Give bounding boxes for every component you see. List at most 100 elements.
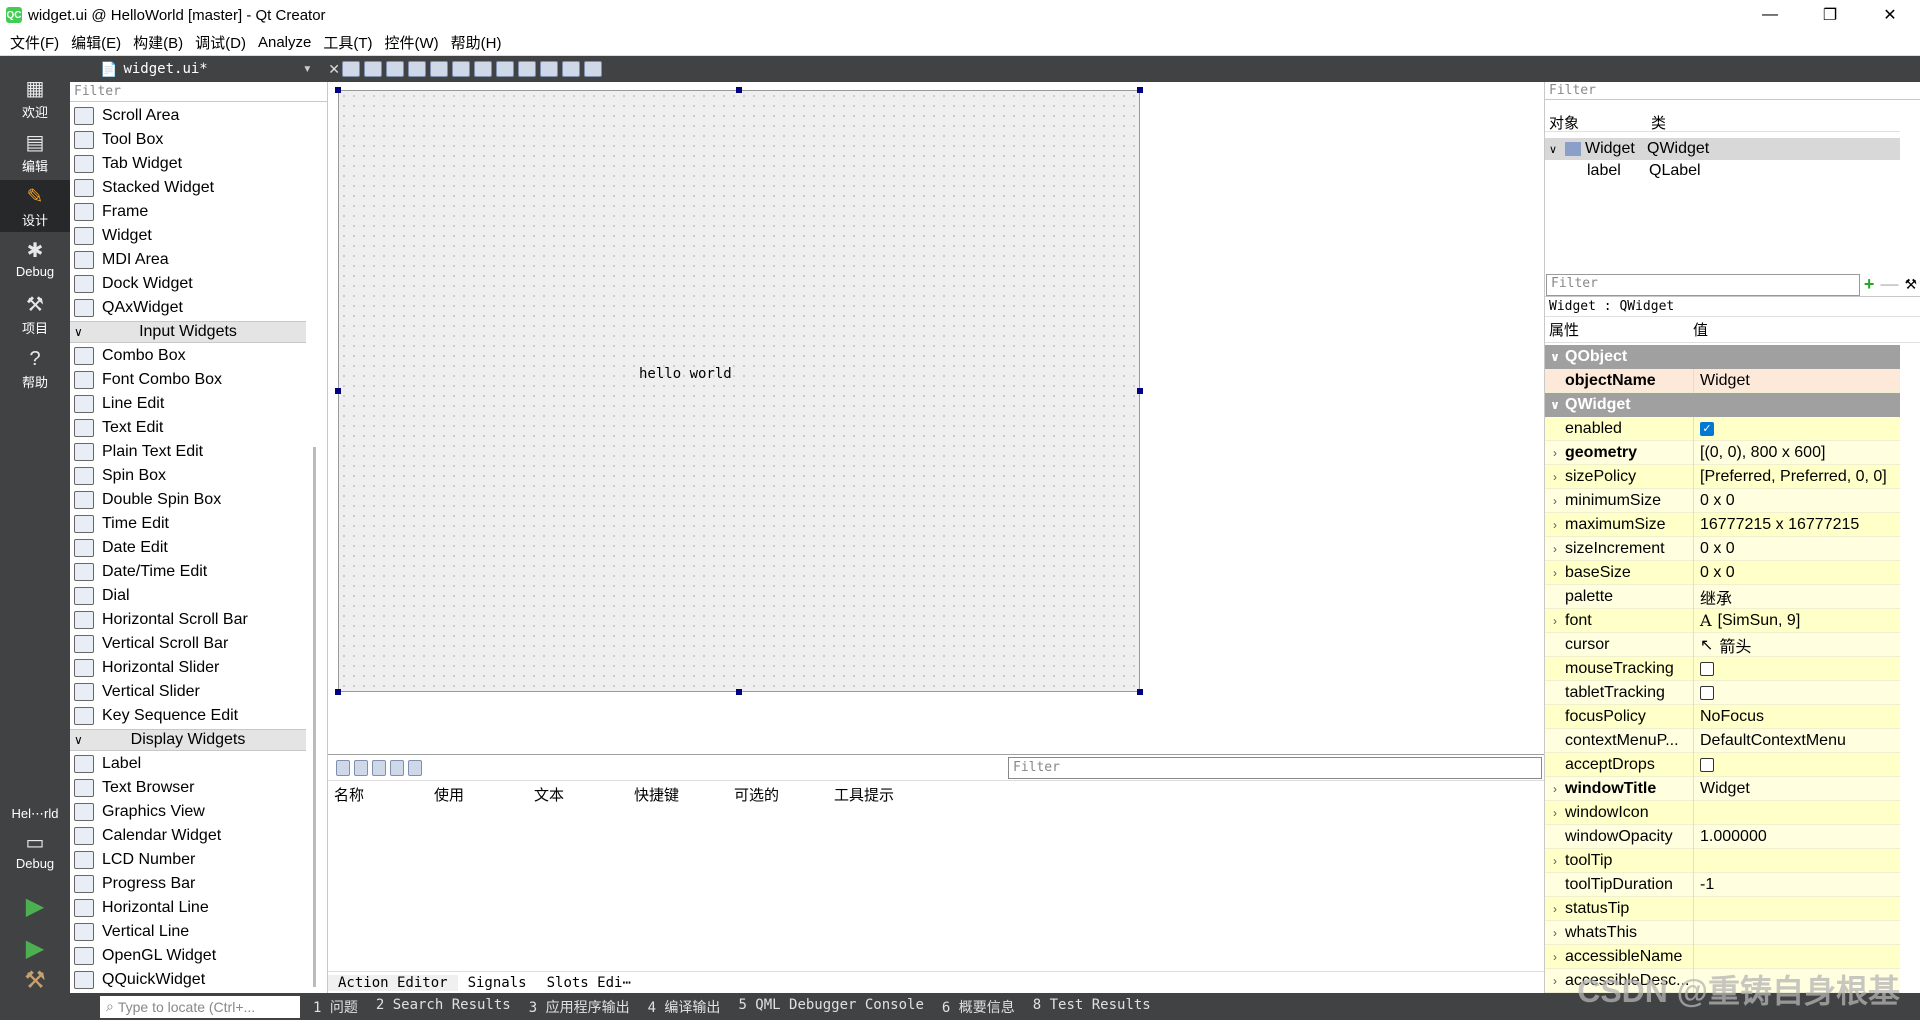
category-display-widgets[interactable]: ∨ Display Widgets <box>70 729 306 751</box>
property-row-maximumsize[interactable]: › maximumSize 16777215 x 16777215 <box>1545 512 1900 537</box>
output-pane-tab[interactable]: 4 编译输出 <box>639 997 730 1017</box>
mode-help[interactable]: ? 帮助 <box>0 342 70 394</box>
property-value[interactable]: 0 x 0 <box>1693 560 1900 585</box>
mode-debug[interactable]: ✱ Debug <box>0 234 70 286</box>
property-value[interactable] <box>1693 800 1900 825</box>
edit-signals-slots-icon[interactable] <box>364 61 382 77</box>
property-value[interactable]: [(0, 0), 800 x 600] <box>1693 440 1900 465</box>
property-row-tablettracking[interactable]: tabletTracking <box>1545 680 1900 705</box>
widget-item-key-sequence-edit[interactable]: Key Sequence Edit <box>74 704 238 728</box>
edit-tab-order-icon[interactable] <box>408 61 426 77</box>
edit-widgets-icon[interactable] <box>342 61 360 77</box>
property-row-geometry[interactable]: › geometry [(0, 0), 800 x 600] <box>1545 440 1900 465</box>
property-row-whatsthis[interactable]: › whatsThis <box>1545 920 1900 945</box>
widget-box-filter[interactable]: Filter <box>70 82 327 102</box>
property-row-windowopacity[interactable]: windowOpacity 1.000000 <box>1545 824 1900 849</box>
widget-item-progress-bar[interactable]: Progress Bar <box>74 872 195 896</box>
add-dynamic-property-icon[interactable]: + <box>1864 274 1875 295</box>
widget-item-horizontal-scroll-bar[interactable]: Horizontal Scroll Bar <box>74 608 248 632</box>
paste-action-icon[interactable] <box>372 759 386 776</box>
property-value[interactable]: ✓ <box>1693 416 1900 441</box>
property-row-cursor[interactable]: cursor ↖ 箭头 <box>1545 632 1900 657</box>
widget-item-font-combo-box[interactable]: Font Combo Box <box>74 368 222 392</box>
chevron-right-icon[interactable]: › <box>1545 782 1565 796</box>
widget-item-calendar-widget[interactable]: Calendar Widget <box>74 824 221 848</box>
property-value[interactable]: Widget <box>1693 776 1900 801</box>
widget-item-dial[interactable]: Dial <box>74 584 130 608</box>
edit-buddies-icon[interactable] <box>386 61 404 77</box>
property-row-sizeincrement[interactable]: › sizeIncrement 0 x 0 <box>1545 536 1900 561</box>
resize-handle[interactable] <box>1137 388 1143 394</box>
property-row-enabled[interactable]: enabled ✓ <box>1545 416 1900 441</box>
property-row-windowtitle[interactable]: › windowTitle Widget <box>1545 776 1900 801</box>
adjust-size-icon[interactable] <box>584 61 602 77</box>
category-input-widgets[interactable]: ∨ Input Widgets <box>70 321 306 343</box>
chevron-right-icon[interactable]: › <box>1545 446 1565 460</box>
output-pane-tab[interactable]: 5 QML Debugger Console <box>729 997 932 1017</box>
resize-handle[interactable] <box>335 87 341 93</box>
property-value[interactable]: 继承 <box>1693 584 1900 609</box>
property-value[interactable]: ↖ 箭头 <box>1693 632 1900 657</box>
column-header[interactable]: 名称 <box>334 784 434 805</box>
resize-handle[interactable] <box>335 689 341 695</box>
chevron-right-icon[interactable]: › <box>1545 470 1565 484</box>
tab-action-editor[interactable]: Action Editor <box>328 974 458 991</box>
property-row-tooltip[interactable]: › toolTip <box>1545 848 1900 873</box>
chevron-right-icon[interactable]: › <box>1545 566 1565 580</box>
property-value[interactable]: DefaultContextMenu <box>1693 728 1900 753</box>
property-value[interactable]: NoFocus <box>1693 704 1900 729</box>
close-document-button[interactable]: ✕ <box>328 61 340 78</box>
widget-item-double-spin-box[interactable]: Double Spin Box <box>74 488 221 512</box>
widget-item-opengl-widget[interactable]: OpenGL Widget <box>74 944 216 968</box>
layout-v-splitter-icon[interactable] <box>496 61 514 77</box>
property-value[interactable] <box>1693 680 1900 705</box>
property-row-sizepolicy[interactable]: › sizePolicy [Preferred, Preferred, 0, 0] <box>1545 464 1900 489</box>
widget-item-tab-widget[interactable]: Tab Widget <box>74 152 182 176</box>
chevron-right-icon[interactable]: › <box>1545 902 1565 916</box>
output-pane-tab[interactable]: 2 Search Results <box>367 997 520 1017</box>
break-layout-icon[interactable] <box>562 61 580 77</box>
menu-analyze[interactable]: Analyze <box>252 34 317 51</box>
property-row-mousetracking[interactable]: mouseTracking <box>1545 656 1900 681</box>
menu-build[interactable]: 构建(B) <box>127 32 189 53</box>
widget-item-tool-box[interactable]: Tool Box <box>74 128 163 152</box>
property-row-font[interactable]: › font A [SimSun, 9] <box>1545 608 1900 633</box>
widget-item-vertical-slider[interactable]: Vertical Slider <box>74 680 200 704</box>
widget-item-stacked-widget[interactable]: Stacked Widget <box>74 176 214 200</box>
property-row-focuspolicy[interactable]: focusPolicy NoFocus <box>1545 704 1900 729</box>
form-widget[interactable]: hello world <box>338 90 1140 692</box>
output-pane-tab[interactable]: 6 概要信息 <box>933 997 1024 1017</box>
output-pane-tab[interactable]: 1 问题 <box>304 997 367 1017</box>
layout-vertical-icon[interactable] <box>452 61 470 77</box>
column-header[interactable]: 快捷键 <box>634 784 734 805</box>
debug-run-button[interactable]: ▶ <box>22 936 48 962</box>
widget-item-combo-box[interactable]: Combo Box <box>74 344 186 368</box>
property-group-qobject[interactable]: ∨ QObject <box>1545 345 1900 369</box>
widget-item-vertical-line[interactable]: Vertical Line <box>74 920 189 944</box>
column-header[interactable]: 文本 <box>534 784 634 805</box>
property-filter-input[interactable]: Filter <box>1546 273 1860 296</box>
new-action-icon[interactable] <box>336 759 350 776</box>
layout-horizontal-icon[interactable] <box>430 61 448 77</box>
property-value[interactable]: A [SimSun, 9] <box>1693 608 1900 633</box>
property-row-palette[interactable]: palette 继承 <box>1545 584 1900 609</box>
property-value[interactable]: 0 x 0 <box>1693 536 1900 561</box>
object-filter-input[interactable]: Filter <box>1545 82 1920 100</box>
mode-welcome[interactable]: ▦ 欢迎 <box>0 72 70 124</box>
property-value[interactable] <box>1693 656 1900 681</box>
resize-handle[interactable] <box>1137 87 1143 93</box>
widget-item-widget[interactable]: Widget <box>74 224 152 248</box>
column-header[interactable]: 工具提示 <box>834 784 934 805</box>
widget-item-date-time-edit[interactable]: Date/Time Edit <box>74 560 207 584</box>
chevron-right-icon[interactable]: › <box>1545 542 1565 556</box>
widget-item-graphics-view[interactable]: Graphics View <box>74 800 205 824</box>
layout-h-splitter-icon[interactable] <box>474 61 492 77</box>
locator-input[interactable]: ⌕ Type to locate (Ctrl+... <box>100 995 300 1018</box>
menu-controls[interactable]: 控件(W) <box>379 32 445 53</box>
property-value[interactable]: Widget <box>1693 368 1900 393</box>
property-value[interactable] <box>1693 752 1900 777</box>
widget-item-frame[interactable]: Frame <box>74 200 148 224</box>
widget-item-text-edit[interactable]: Text Edit <box>74 416 163 440</box>
mode-design[interactable]: ✎ 设计 <box>0 180 70 232</box>
widget-item-horizontal-line[interactable]: Horizontal Line <box>74 896 209 920</box>
